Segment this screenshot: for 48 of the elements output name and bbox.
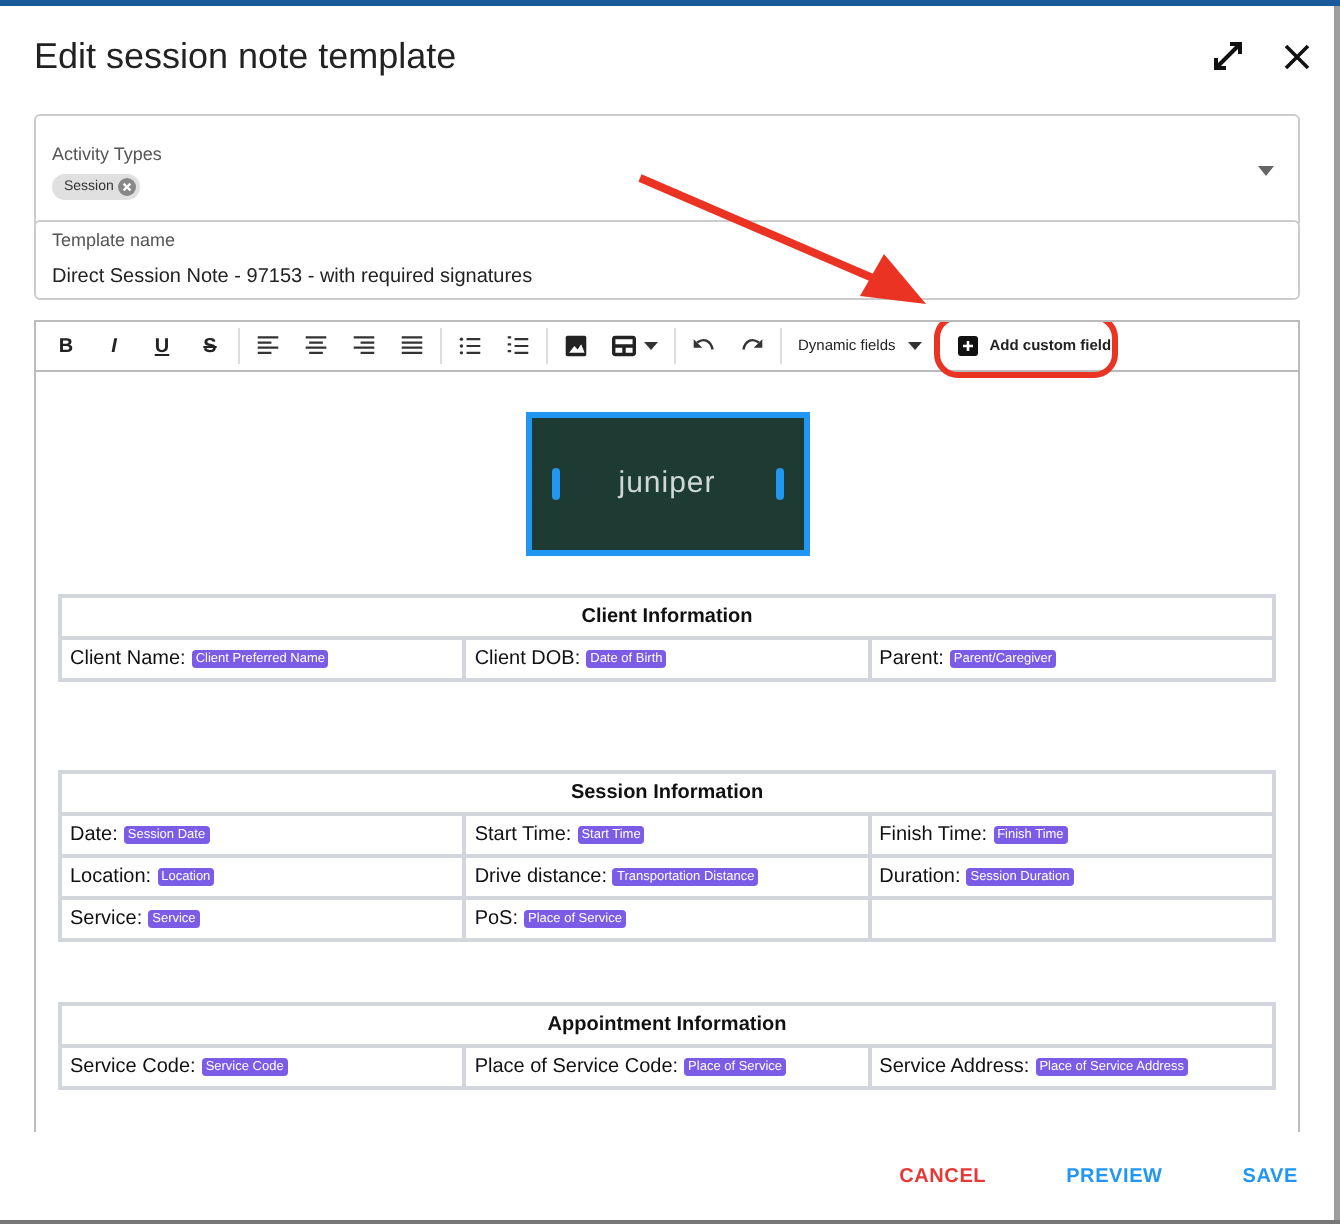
strikethrough-button[interactable]: S bbox=[186, 326, 234, 366]
bullet-list-icon[interactable] bbox=[458, 334, 482, 358]
field-label: Drive distance: bbox=[474, 866, 607, 888]
field-label: Location: bbox=[70, 866, 152, 888]
expand-icon[interactable] bbox=[1212, 40, 1244, 72]
cancel-button[interactable]: CANCEL bbox=[899, 1161, 987, 1191]
field-label: Template name bbox=[52, 228, 178, 255]
logo-image[interactable]: juniper bbox=[525, 412, 809, 556]
close-icon[interactable] bbox=[1284, 43, 1310, 69]
field-label: Client DOB: bbox=[474, 648, 581, 670]
resize-handle[interactable] bbox=[775, 468, 783, 500]
caret-icon[interactable] bbox=[644, 342, 658, 350]
underline-button[interactable]: U bbox=[138, 326, 186, 366]
bold-button[interactable]: B bbox=[42, 326, 90, 366]
dropdown-caret-icon[interactable] bbox=[1258, 166, 1274, 176]
field-label: Finish Time: bbox=[879, 824, 988, 846]
field-label: Activity Types bbox=[52, 141, 164, 168]
field-label: Service Address: bbox=[879, 1056, 1030, 1078]
image-icon[interactable] bbox=[564, 334, 588, 358]
table-heading: Client Information bbox=[60, 596, 1274, 638]
italic-button[interactable]: I bbox=[90, 326, 138, 366]
numbered-list-icon[interactable] bbox=[506, 334, 530, 358]
field-label: PoS: bbox=[474, 908, 519, 930]
field-label: Start Time: bbox=[474, 824, 572, 846]
field-label: Date: bbox=[70, 824, 118, 846]
field-label: Service: bbox=[70, 908, 143, 930]
table-heading: Appointment Information bbox=[60, 1004, 1274, 1046]
dialog-title: Edit session note template bbox=[34, 33, 459, 80]
add-icon bbox=[957, 336, 978, 356]
field-label: Client Name: bbox=[70, 648, 186, 670]
remove-icon[interactable] bbox=[117, 178, 136, 197]
table-icon[interactable] bbox=[612, 334, 636, 358]
resize-handle[interactable] bbox=[551, 468, 559, 500]
align-center-icon[interactable] bbox=[304, 334, 328, 358]
align-right-icon[interactable] bbox=[352, 334, 376, 358]
field-value: Direct Session Note - 97153 - with required signatures bbox=[52, 263, 535, 292]
template-name-field[interactable]: Template name Direct Session Note - 97153 - with required signatures bbox=[34, 220, 1300, 300]
caret-icon bbox=[907, 342, 922, 350]
dialog-button[interactable]: PREVIEW bbox=[1066, 1161, 1163, 1191]
logo-text: juniper bbox=[618, 463, 716, 504]
justify-icon[interactable] bbox=[400, 334, 424, 358]
field-label: Service Code: bbox=[70, 1056, 196, 1078]
dialog-button[interactable]: SAVE bbox=[1242, 1161, 1298, 1191]
field-label: Parent: bbox=[879, 648, 944, 670]
align-left-icon[interactable] bbox=[256, 334, 280, 358]
field-label: Place of Service Code: bbox=[474, 1056, 679, 1078]
field-label: Duration: bbox=[879, 866, 961, 888]
table-heading: Session Information bbox=[60, 772, 1274, 814]
